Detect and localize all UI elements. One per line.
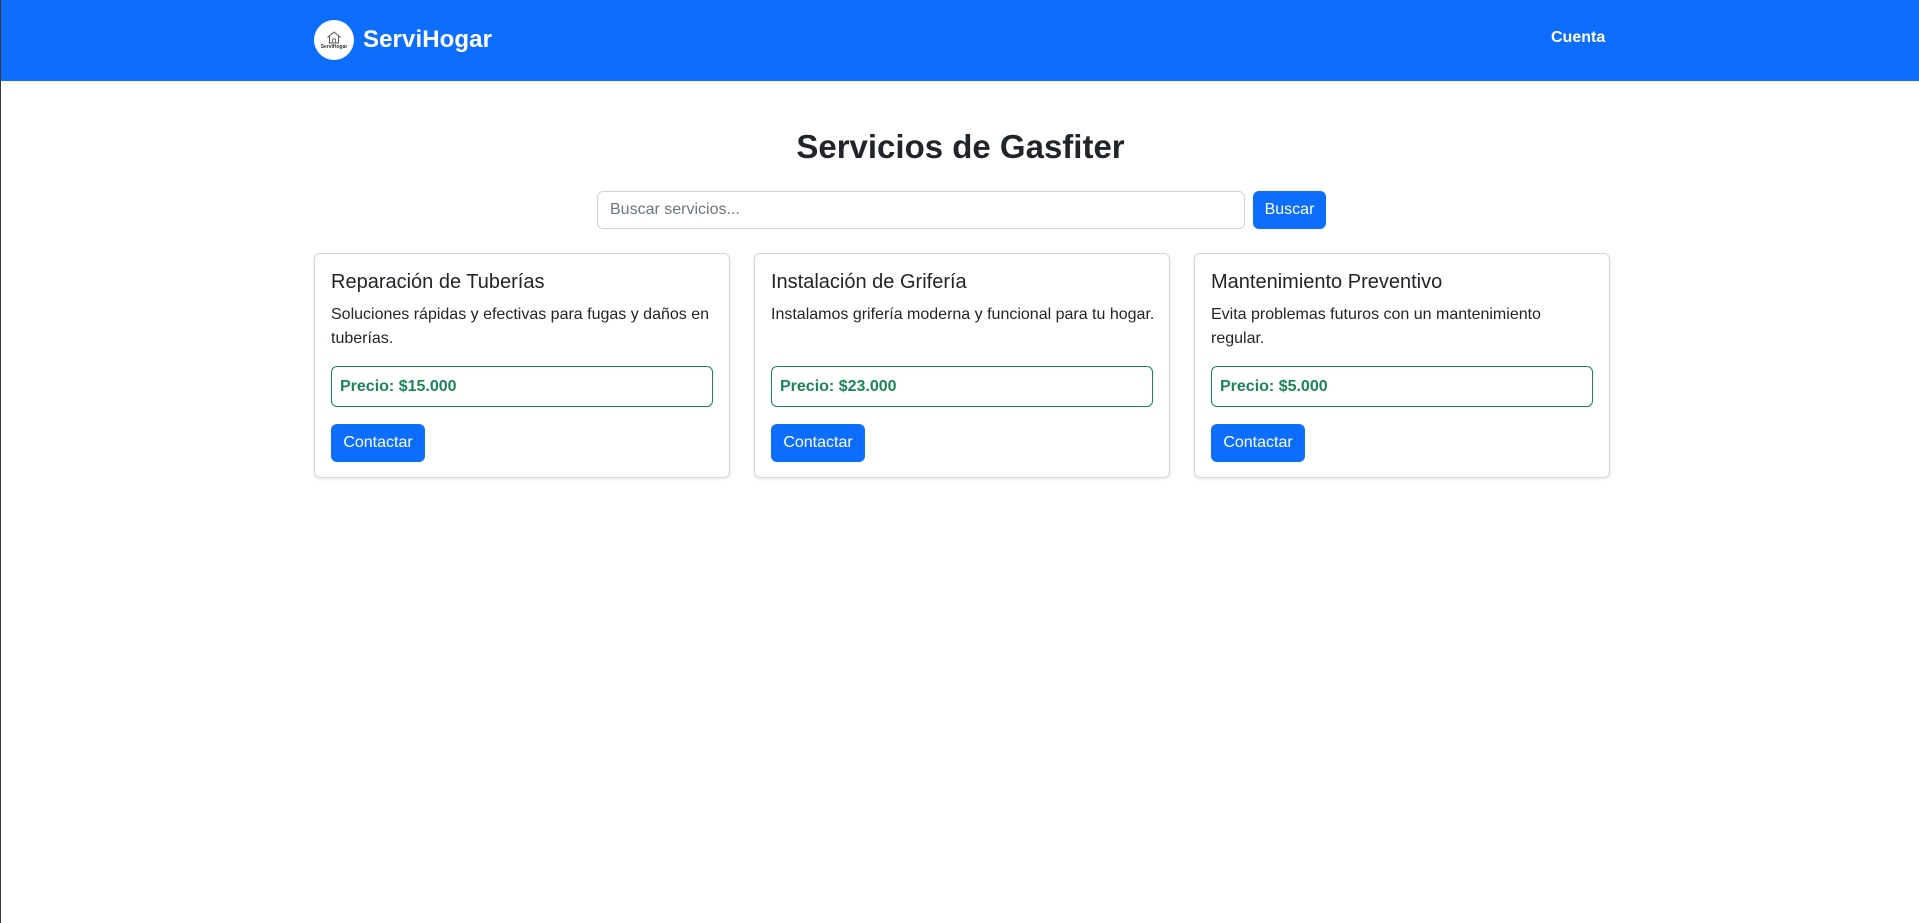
house-icon xyxy=(327,30,341,43)
service-card-preventive-maintenance: Mantenimiento Preventivo Evita problemas… xyxy=(1194,253,1610,478)
brand-name: ServiHogar xyxy=(363,26,493,53)
card-title: Instalación de Grifería xyxy=(771,271,967,293)
brand-logo: ServiHogar xyxy=(314,20,354,60)
search-button[interactable]: Buscar xyxy=(1253,191,1326,229)
brand-link[interactable]: ServiHogar ServiHogar xyxy=(314,20,492,60)
card-description: Instalamos grifería moderna y funcional … xyxy=(771,306,1155,323)
price-badge: Precio: $5.000 xyxy=(1211,366,1593,407)
card-title: Mantenimiento Preventivo xyxy=(1211,271,1443,293)
page: ServiHogar ServiHogar Cuenta Servicios d… xyxy=(0,0,1919,923)
contact-button[interactable]: Contactar xyxy=(1211,424,1305,462)
card-description: Soluciones rápidas y efectivas para fuga… xyxy=(331,306,710,347)
price-badge: Precio: $23.000 xyxy=(771,366,1153,407)
page-title: Servicios de Gasfiter xyxy=(796,128,1125,165)
contact-button[interactable]: Contactar xyxy=(331,424,425,462)
nav-link-account[interactable]: Cuenta xyxy=(1551,29,1605,47)
service-card-pipe-repair: Reparación de Tuberías Soluciones rápida… xyxy=(314,253,730,478)
navbar: ServiHogar ServiHogar Cuenta xyxy=(1,0,1919,81)
card-title: Reparación de Tuberías xyxy=(331,271,545,293)
service-card-faucet-installation: Instalación de Grifería Instalamos grife… xyxy=(754,253,1170,478)
search-input[interactable] xyxy=(597,191,1245,229)
price-badge: Precio: $15.000 xyxy=(331,366,713,407)
logo-text: ServiHogar xyxy=(320,43,348,50)
card-description: Evita problemas futuros con un mantenimi… xyxy=(1211,306,1541,347)
contact-button[interactable]: Contactar xyxy=(771,424,865,462)
